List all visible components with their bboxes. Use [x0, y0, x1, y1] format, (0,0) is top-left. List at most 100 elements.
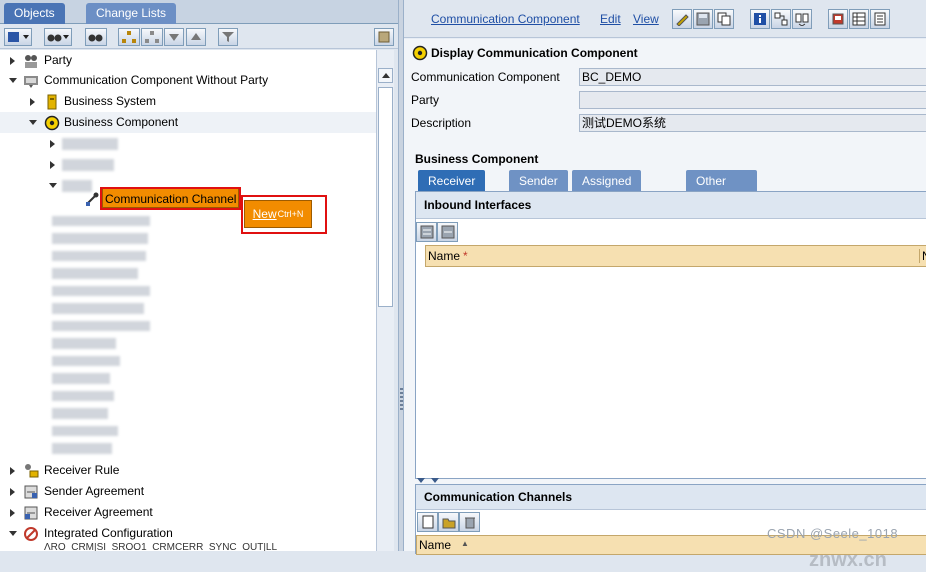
table-button[interactable]: [849, 9, 869, 29]
info-button[interactable]: [750, 9, 770, 29]
where-used-button[interactable]: [771, 9, 791, 29]
delete-channel-button[interactable]: [459, 512, 480, 532]
redacted-entry: [52, 426, 118, 436]
panel-title: Inbound Interfaces: [416, 192, 926, 219]
tab-other-attributes[interactable]: Other Attributes: [686, 170, 757, 210]
menu-view[interactable]: View: [633, 12, 659, 26]
copy-button[interactable]: [714, 9, 734, 29]
tree-label: Party: [44, 53, 73, 67]
tree-row-integrated-configuration[interactable]: Integrated Configuration: [0, 523, 376, 544]
insert-row-icon: [420, 225, 433, 239]
tree-row-cut[interactable]: ΛRO_CRM|SI_SROO1_CRMCERR_SYNC_OUT|LL: [0, 543, 376, 551]
new-channel-button[interactable]: [417, 512, 438, 532]
compare-button[interactable]: [792, 9, 812, 29]
grid-col-next[interactable]: N: [919, 249, 926, 263]
page-title: Display Communication Component: [412, 45, 638, 61]
insert-row-button[interactable]: [416, 222, 437, 242]
redacted-entry: [52, 233, 148, 244]
collapse-arrow-icon[interactable]: [8, 70, 18, 91]
collapse-button[interactable]: [141, 28, 163, 46]
expand-arrow-icon[interactable]: [8, 481, 18, 502]
receiver-rule-icon: [23, 463, 39, 479]
field-row-party: Party: [411, 90, 439, 110]
new-object-dropdown-button[interactable]: [4, 28, 32, 46]
tree-row-receiver-agreement[interactable]: Receiver Agreement: [0, 502, 376, 523]
sort-ascending-icon[interactable]: ▲: [461, 539, 469, 548]
tab-sender[interactable]: Sender: [509, 170, 568, 192]
grid-col-name[interactable]: Name: [419, 538, 451, 552]
tree-row-business-system[interactable]: Business System: [0, 91, 376, 112]
tab-receiver[interactable]: Receiver: [418, 170, 486, 192]
tree-row-business-component[interactable]: Business Component: [0, 112, 376, 133]
info-icon: [754, 13, 766, 25]
menu-edit[interactable]: Edit: [600, 12, 621, 26]
pencil-glasses-icon: [676, 14, 689, 26]
new-document-icon: [422, 515, 433, 529]
highlight-new-box: [241, 195, 327, 234]
menu-communication-component[interactable]: Communication Component: [431, 12, 580, 26]
tree-scrollbar[interactable]: [376, 50, 394, 551]
redacted-entry: [52, 286, 150, 296]
inbound-interfaces-panel: Inbound Interfaces Name * N: [415, 191, 926, 479]
field-row-description: Description: [411, 113, 471, 133]
maximize-button[interactable]: [374, 28, 394, 46]
tree-row-receiver-rule[interactable]: Receiver Rule: [0, 460, 376, 481]
expand-arrow-icon[interactable]: [8, 460, 18, 481]
tab-objects[interactable]: Objects: [4, 3, 65, 24]
scroll-thumb[interactable]: [378, 87, 393, 307]
tree-row-party[interactable]: Party: [0, 50, 376, 71]
tree-label: Receiver Rule: [44, 463, 120, 477]
hierarchy-collapse-icon: [145, 31, 159, 43]
expand-arrow-icon[interactable]: [48, 154, 58, 175]
arrow-up-icon: [191, 33, 201, 40]
object-navigator: Objects Change Lists Party Communication…: [0, 0, 398, 551]
arrow-up-icon: [381, 72, 390, 78]
expand-arrow-icon[interactable]: [8, 50, 18, 71]
move-down-button[interactable]: [164, 28, 184, 46]
sender-agreement-icon: [23, 484, 39, 500]
tree-label: ΛRO_CRM|SI_SROO1_CRMCERR_SYNC_OUT|LL: [44, 543, 278, 551]
tree-label: Integrated Configuration: [44, 526, 173, 540]
tree-row-comp-without-party[interactable]: Communication Component Without Party: [0, 70, 376, 91]
expand-arrow-icon[interactable]: [48, 133, 58, 154]
tab-assigned-users[interactable]: Assigned Users: [572, 170, 642, 210]
save-button[interactable]: [693, 9, 713, 29]
component-group-icon: [23, 73, 39, 89]
delete-row-button[interactable]: [437, 222, 458, 242]
panel-collapse-handle[interactable]: [415, 474, 926, 484]
history-button[interactable]: [828, 9, 848, 29]
description-field[interactable]: 测试DEMO系统: [579, 114, 926, 132]
field-label: Party: [411, 93, 440, 107]
collapse-arrow-icon[interactable]: [28, 112, 38, 133]
delete-row-icon: [441, 225, 454, 239]
object-tree: Party Communication Component Without Pa…: [0, 50, 376, 551]
section-title: Business Component: [415, 152, 539, 166]
redacted-entry: [52, 373, 110, 384]
tab-change-lists[interactable]: Change Lists: [86, 3, 177, 24]
tree-row-redacted[interactable]: [0, 133, 376, 154]
square-icon: [378, 31, 390, 43]
tree-row-redacted[interactable]: [0, 154, 376, 175]
tree-label: Sender Agreement: [44, 484, 145, 498]
expand-arrow-icon[interactable]: [28, 91, 38, 112]
open-channel-button[interactable]: [438, 512, 459, 532]
filter-button[interactable]: [218, 28, 238, 46]
party-field[interactable]: [579, 91, 926, 109]
navigator-tabs: Objects Change Lists: [0, 0, 398, 24]
redacted-label: [62, 138, 118, 150]
redacted-entry: [52, 268, 138, 279]
move-up-button[interactable]: [186, 28, 206, 46]
change-button[interactable]: [672, 9, 692, 29]
collapse-arrow-icon[interactable]: [8, 523, 18, 544]
expand-arrow-icon[interactable]: [8, 502, 18, 523]
communication-component-field[interactable]: BC_DEMO: [579, 68, 926, 86]
business-component-icon: [412, 45, 428, 61]
view-dropdown-button[interactable]: [44, 28, 72, 46]
grid-col-name[interactable]: Name: [428, 249, 460, 263]
redacted-entry: [52, 443, 112, 454]
search-button[interactable]: [85, 28, 107, 46]
print-button[interactable]: [870, 9, 890, 29]
tree-row-sender-agreement[interactable]: Sender Agreement: [0, 481, 376, 502]
scroll-up-button[interactable]: [378, 68, 393, 83]
expand-button[interactable]: [118, 28, 140, 46]
